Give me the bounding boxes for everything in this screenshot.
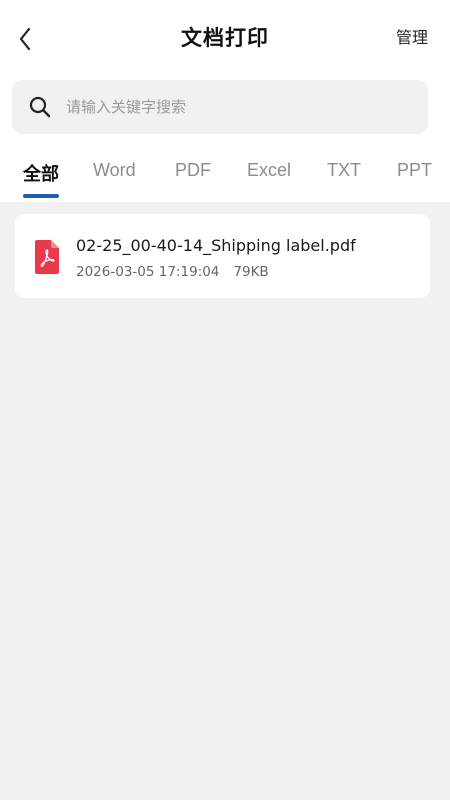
active-tab-indicator xyxy=(23,194,59,198)
file-size: 79KB xyxy=(233,264,269,280)
manage-button[interactable]: 管理 xyxy=(396,24,428,48)
tab-pdf[interactable]: PDF xyxy=(175,160,211,181)
tab-excel[interactable]: Excel xyxy=(247,160,291,181)
tab-txt[interactable]: TXT xyxy=(327,160,361,181)
file-list: 02-25_00-40-14_Shipping label.pdf 2026-0… xyxy=(0,202,450,800)
file-date: 2026-03-05 17:19:04 xyxy=(76,264,220,280)
file-meta: 2026-03-05 17:19:04 79KB xyxy=(76,264,269,280)
document-print-screen: 文档打印 管理 全部 Word PDF Excel TXT PPT 02-25_… xyxy=(0,0,450,800)
search-input[interactable] xyxy=(66,98,386,116)
file-name: 02-25_00-40-14_Shipping label.pdf xyxy=(76,236,356,255)
pdf-file-icon xyxy=(35,240,59,274)
page-title: 文档打印 xyxy=(181,26,269,50)
header: 文档打印 管理 xyxy=(0,0,450,76)
tab-ppt[interactable]: PPT xyxy=(397,160,432,181)
search-box[interactable] xyxy=(12,80,428,134)
tab-word[interactable]: Word xyxy=(93,160,136,181)
tab-all[interactable]: 全部 xyxy=(23,160,59,186)
search-icon xyxy=(29,96,51,118)
list-item[interactable]: 02-25_00-40-14_Shipping label.pdf 2026-0… xyxy=(15,214,430,298)
file-type-tabs: 全部 Word PDF Excel TXT PPT xyxy=(0,150,450,202)
